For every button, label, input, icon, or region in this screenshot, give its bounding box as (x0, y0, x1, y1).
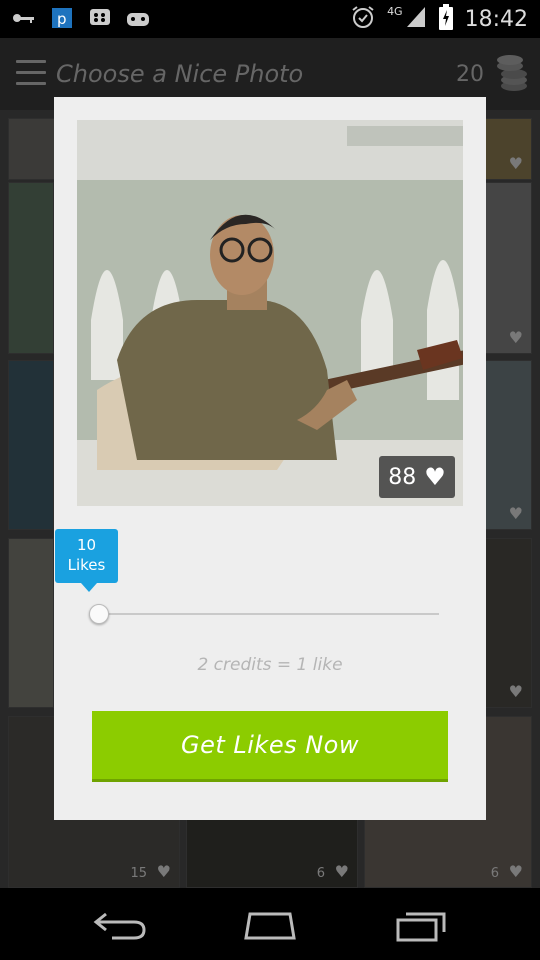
likes-slider-thumb[interactable] (89, 604, 109, 624)
bbm-icon (88, 6, 112, 30)
home-icon[interactable] (240, 908, 300, 946)
selected-photo: 88 ♥ (77, 120, 463, 506)
slider-value-tooltip: 10 Likes (55, 529, 118, 592)
heart-icon: ♥ (424, 463, 446, 491)
photo-likes-badge: 88 ♥ (379, 456, 455, 498)
network-type: 4G (387, 4, 403, 18)
battery-icon (438, 4, 453, 34)
signal-icon (405, 5, 427, 33)
recent-apps-icon[interactable] (392, 908, 448, 946)
key-icon (12, 6, 36, 30)
credits-rate-text: 2 credits = 1 like (197, 655, 343, 675)
likes-slider-track[interactable] (99, 613, 439, 615)
svg-text:p: p (57, 10, 67, 28)
system-icons: 4G 18:42 (351, 4, 528, 34)
photo-like-count: 88 (388, 464, 417, 490)
tooltip-number: 10 (76, 536, 97, 554)
game-icon (126, 6, 150, 30)
photo-image (77, 120, 463, 506)
tooltip-label: Likes (67, 556, 106, 574)
navigation-bar (0, 888, 540, 960)
clock: 18:42 (464, 6, 528, 32)
alarm-icon (351, 5, 375, 33)
get-likes-dialog: 88 ♥ 10 Likes 2 credits = 1 like Get Lik… (54, 97, 486, 820)
back-icon[interactable] (92, 908, 148, 946)
notification-icons: p (12, 6, 150, 30)
status-bar: p 4G 18:42 (0, 0, 540, 38)
p-app-icon: p (50, 6, 74, 30)
get-likes-button[interactable]: Get Likes Now (92, 711, 448, 782)
